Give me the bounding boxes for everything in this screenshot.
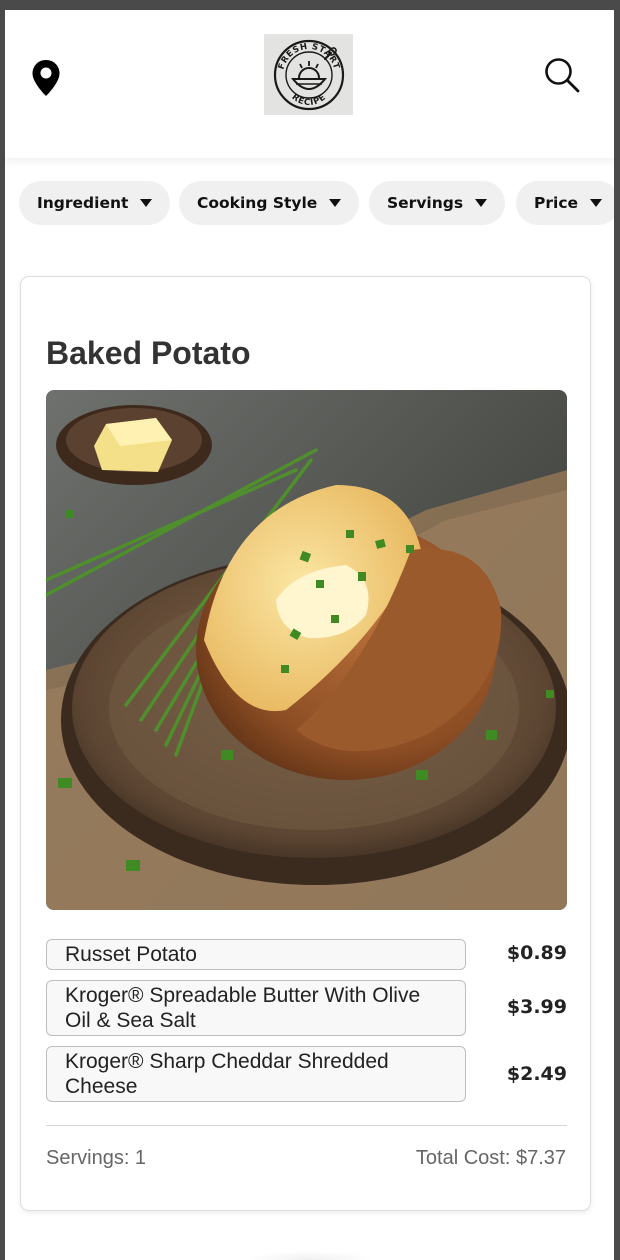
search-icon [545,58,580,93]
map-pin-icon [32,60,60,96]
servings-text: Servings: 1 [46,1147,147,1169]
filter-servings-label: Servings [387,194,464,212]
ingredient-price: $3.99 [506,996,567,1018]
ingredient-name: Kroger® Spreadable Butter With Olive Oil… [46,980,466,1036]
logo-emblem: FRESH START RECIPE [273,39,344,110]
ingredient-price: $2.49 [506,1063,567,1085]
recipe-card[interactable]: Baked Potato Russet Potato $0.89 Kroger®… [20,276,591,1211]
caret-down-icon [475,199,488,207]
app-header: FRESH START RECIPE [5,10,614,158]
filter-cooking-style[interactable]: Cooking Style [179,181,360,225]
svg-text:FRESH START: FRESH START [276,41,341,70]
search-button[interactable] [542,55,582,95]
recipe-photo [46,390,567,910]
filter-ingredient[interactable]: Ingredient [19,181,171,225]
next-card-hint [245,1250,375,1260]
ingredient-name: Kroger® Sharp Cheddar Shredded Cheese [46,1046,466,1102]
caret-down-icon [329,199,342,207]
app-frame: FRESH START RECIPE Ingredient Cooking St… [5,10,614,1260]
filter-servings[interactable]: Servings [369,181,506,225]
card-divider [46,1125,567,1126]
filter-ingredient-label: Ingredient [37,194,129,212]
ingredient-price: $0.89 [506,942,567,964]
recipe-title: Baked Potato [46,335,251,371]
filter-cooking-style-label: Cooking Style [197,194,318,212]
caret-down-icon [140,199,153,207]
filter-price[interactable]: Price [516,181,614,225]
total-cost-text: Total Cost: $7.37 [415,1147,566,1169]
filter-bar: Ingredient Cooking Style Servings Price [5,181,614,225]
filter-price-label: Price [534,194,579,212]
ingredient-name: Russet Potato [46,939,466,970]
location-button[interactable] [30,58,62,98]
brand-logo[interactable]: FRESH START RECIPE [264,34,353,115]
caret-down-icon [590,199,603,207]
